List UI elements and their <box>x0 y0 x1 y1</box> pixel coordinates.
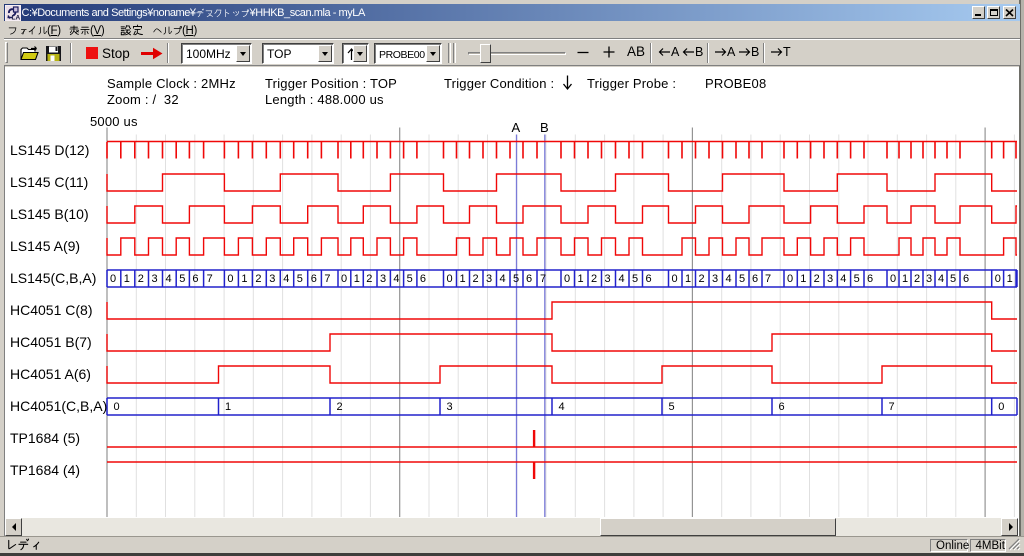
svg-text:5: 5 <box>297 273 303 285</box>
svg-text:TP1684 (5): TP1684 (5) <box>10 430 80 446</box>
svg-text:5: 5 <box>632 273 638 285</box>
svg-text:0: 0 <box>341 273 347 285</box>
svg-text:5: 5 <box>669 401 675 413</box>
svg-text:3: 3 <box>926 273 932 285</box>
svg-text:3: 3 <box>486 273 492 285</box>
svg-text:7: 7 <box>765 273 771 285</box>
svg-text:6: 6 <box>420 273 426 285</box>
svg-text:Zoom : / 32: Zoom : / 32 <box>107 92 179 107</box>
svg-text:6: 6 <box>963 273 969 285</box>
svg-text:5: 5 <box>407 273 413 285</box>
svg-text:4: 4 <box>559 401 565 413</box>
svg-text:Trigger Probe :: Trigger Probe : <box>587 76 676 91</box>
svg-text:1: 1 <box>902 273 908 285</box>
svg-text:2: 2 <box>914 273 920 285</box>
svg-text:HC4051 C(8): HC4051 C(8) <box>10 302 92 318</box>
svg-text:B: B <box>540 120 549 135</box>
svg-text:7: 7 <box>540 273 546 285</box>
svg-text:5: 5 <box>179 273 185 285</box>
svg-text:2: 2 <box>699 273 705 285</box>
svg-text:0: 0 <box>227 273 233 285</box>
svg-text:0: 0 <box>995 273 1001 285</box>
svg-text:0: 0 <box>114 401 120 413</box>
svg-text:HC4051 B(7): HC4051 B(7) <box>10 334 92 350</box>
svg-text:4: 4 <box>500 273 506 285</box>
svg-text:1: 1 <box>1007 273 1013 285</box>
svg-text:2: 2 <box>255 273 261 285</box>
svg-text:LS145 B(10): LS145 B(10) <box>10 206 89 222</box>
svg-text:0: 0 <box>672 273 678 285</box>
svg-text:0: 0 <box>998 401 1004 413</box>
svg-text:Sample Clock : 2MHz: Sample Clock : 2MHz <box>107 76 236 91</box>
svg-text:7: 7 <box>207 273 213 285</box>
svg-text:0: 0 <box>890 273 896 285</box>
svg-text:HC4051 A(6): HC4051 A(6) <box>10 366 91 382</box>
svg-text:Trigger Position : TOP: Trigger Position : TOP <box>265 76 397 91</box>
svg-text:4: 4 <box>166 273 172 285</box>
svg-text:1: 1 <box>685 273 691 285</box>
svg-text:3: 3 <box>605 273 611 285</box>
svg-text:7: 7 <box>324 273 330 285</box>
svg-text:5: 5 <box>739 273 745 285</box>
svg-text:3: 3 <box>712 273 718 285</box>
svg-text:LS145(C,B,A): LS145(C,B,A) <box>10 270 96 286</box>
svg-text:HC4051(C,B,A): HC4051(C,B,A) <box>10 398 107 414</box>
svg-text:5: 5 <box>513 273 519 285</box>
svg-text:5000 us: 5000 us <box>90 114 138 129</box>
svg-text:2: 2 <box>138 273 144 285</box>
svg-text:PROBE08: PROBE08 <box>705 76 766 91</box>
svg-text:0: 0 <box>110 273 116 285</box>
svg-text:6: 6 <box>192 273 198 285</box>
svg-text:0: 0 <box>447 273 453 285</box>
svg-text:2: 2 <box>337 401 343 413</box>
svg-text:0: 0 <box>787 273 793 285</box>
svg-text:1: 1 <box>578 273 584 285</box>
svg-text:1: 1 <box>225 401 231 413</box>
svg-text:2: 2 <box>591 273 597 285</box>
svg-text:4: 4 <box>840 273 846 285</box>
svg-text:2: 2 <box>473 273 479 285</box>
svg-text:1: 1 <box>354 273 360 285</box>
svg-text:3: 3 <box>827 273 833 285</box>
svg-text:4: 4 <box>393 273 399 285</box>
svg-text:6: 6 <box>526 273 532 285</box>
svg-text:5: 5 <box>854 273 860 285</box>
svg-text:3: 3 <box>269 273 275 285</box>
svg-text:1: 1 <box>124 273 130 285</box>
svg-text:5: 5 <box>950 273 956 285</box>
svg-text:LS145 C(11): LS145 C(11) <box>10 174 88 190</box>
svg-text:A: A <box>512 120 521 135</box>
svg-text:1: 1 <box>241 273 247 285</box>
svg-text:4: 4 <box>283 273 289 285</box>
svg-text:6: 6 <box>752 273 758 285</box>
svg-text:Trigger Condition :: Trigger Condition : <box>444 76 554 91</box>
svg-text:7: 7 <box>889 401 895 413</box>
svg-text:6: 6 <box>311 273 317 285</box>
svg-text:6: 6 <box>867 273 873 285</box>
svg-text:LS145 D(12): LS145 D(12) <box>10 142 89 158</box>
svg-text:2: 2 <box>366 273 372 285</box>
svg-text:6: 6 <box>646 273 652 285</box>
svg-text:4: 4 <box>619 273 625 285</box>
svg-text:1: 1 <box>460 273 466 285</box>
svg-text:TP1684 (4): TP1684 (4) <box>10 462 80 478</box>
svg-text:6: 6 <box>779 401 785 413</box>
svg-text:0: 0 <box>564 273 570 285</box>
svg-text:1: 1 <box>800 273 806 285</box>
svg-text:4: 4 <box>726 273 732 285</box>
svg-text:4: 4 <box>938 273 944 285</box>
svg-text:3: 3 <box>380 273 386 285</box>
svg-text:Length : 488.000 us: Length : 488.000 us <box>265 92 384 107</box>
svg-text:3: 3 <box>447 401 453 413</box>
svg-text:2: 2 <box>814 273 820 285</box>
svg-text:3: 3 <box>152 273 158 285</box>
svg-text:LS145 A(9): LS145 A(9) <box>10 238 80 254</box>
